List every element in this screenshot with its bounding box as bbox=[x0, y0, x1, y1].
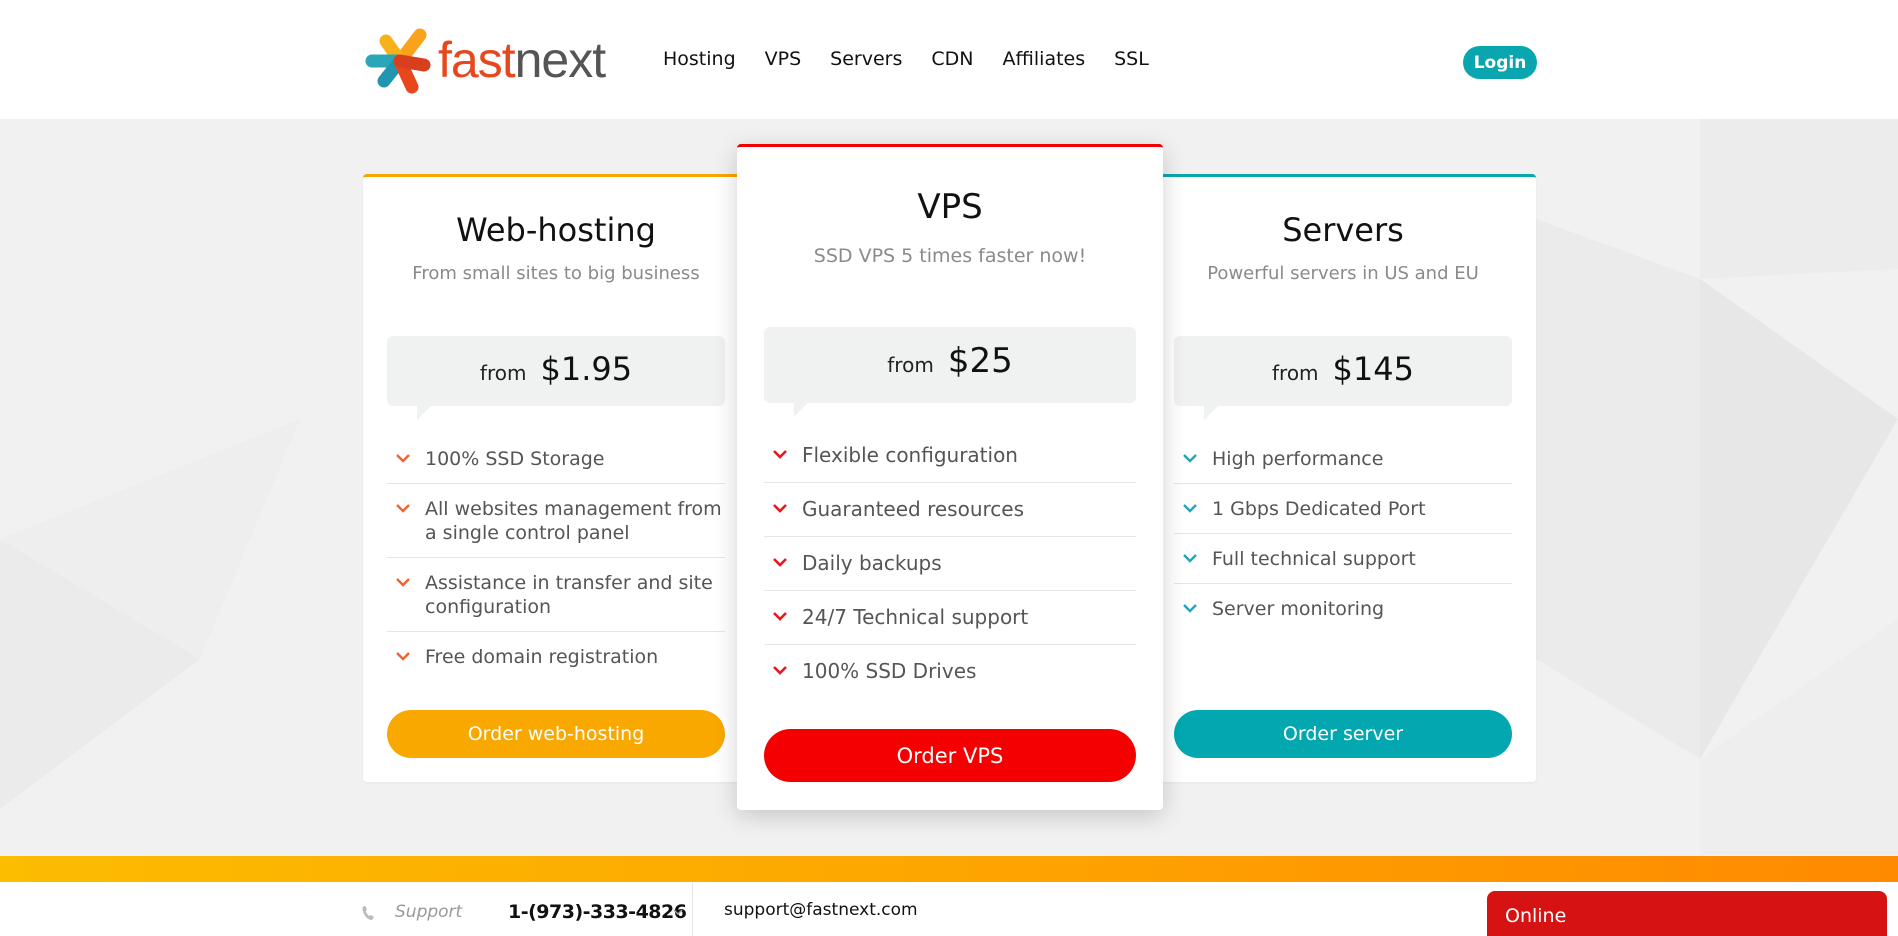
feature-item: 100% SSD Storage bbox=[387, 434, 725, 484]
footer-stripe bbox=[0, 856, 1898, 882]
plan-subtitle: Powerful servers in US and EU bbox=[1207, 263, 1479, 284]
price-bubble: from $25 bbox=[764, 327, 1136, 417]
check-icon bbox=[773, 666, 787, 675]
login-button[interactable]: Login bbox=[1463, 46, 1537, 79]
plan-title: VPS bbox=[917, 187, 983, 227]
order-vps-button[interactable]: Order VPS bbox=[764, 729, 1136, 782]
price-value: $1.95 bbox=[540, 350, 633, 388]
support-email[interactable]: support@fastnext.com bbox=[724, 900, 918, 920]
feature-item: All websites management from a single co… bbox=[387, 484, 725, 558]
price-value: $25 bbox=[947, 341, 1013, 381]
logo[interactable]: fastnext bbox=[364, 25, 607, 95]
feature-text: 24/7 Technical support bbox=[802, 605, 1029, 629]
support-phone[interactable]: 1-(973)-333-4826 bbox=[508, 901, 687, 923]
feature-text: All websites management from a single co… bbox=[425, 498, 722, 544]
plan-subtitle: From small sites to big business bbox=[412, 263, 700, 284]
site-header: fastnext Hosting VPS Servers CDN Affilia… bbox=[0, 0, 1898, 119]
plan-title: Servers bbox=[1282, 211, 1404, 249]
plan-title: Web-hosting bbox=[456, 211, 656, 249]
plan-card-servers: Servers Powerful servers in US and EU fr… bbox=[1150, 174, 1536, 782]
feature-item: Full technical support bbox=[1174, 534, 1512, 584]
feature-list: Flexible configuration Guaranteed resour… bbox=[764, 429, 1136, 698]
price-bubble: from $145 bbox=[1174, 336, 1512, 420]
check-icon bbox=[773, 450, 787, 459]
plan-subtitle: SSD VPS 5 times faster now! bbox=[813, 245, 1087, 267]
plan-card-vps: VPS SSD VPS 5 times faster now! from $25… bbox=[737, 144, 1163, 810]
check-icon bbox=[1183, 604, 1197, 613]
feature-text: Assistance in transfer and site configur… bbox=[425, 572, 713, 618]
feature-text: Guaranteed resources bbox=[802, 497, 1025, 521]
check-icon bbox=[396, 652, 410, 661]
feature-text: 1 Gbps Dedicated Port bbox=[1212, 498, 1426, 520]
feature-list: High performance 1 Gbps Dedicated Port F… bbox=[1174, 434, 1512, 633]
price-prefix: from bbox=[887, 353, 934, 377]
check-icon bbox=[1183, 504, 1197, 513]
nav-item-cdn[interactable]: CDN bbox=[931, 48, 973, 70]
feature-text: 100% SSD Drives bbox=[802, 659, 977, 683]
nav-item-vps[interactable]: VPS bbox=[765, 48, 802, 70]
feature-item: 24/7 Technical support bbox=[764, 591, 1136, 645]
check-icon bbox=[1183, 554, 1197, 563]
feature-item: Free domain registration bbox=[387, 632, 725, 681]
feature-text: 100% SSD Storage bbox=[425, 448, 605, 470]
check-icon bbox=[1183, 454, 1197, 463]
feature-item: Assistance in transfer and site configur… bbox=[387, 558, 725, 632]
online-chat-button[interactable]: Online bbox=[1487, 891, 1887, 936]
footer-divider bbox=[692, 882, 693, 936]
nav-item-servers[interactable]: Servers bbox=[830, 48, 902, 70]
phone-icon bbox=[362, 906, 374, 920]
logo-text-fast: fast bbox=[438, 32, 516, 88]
support-label: Support bbox=[395, 902, 463, 922]
chevron-down-icon[interactable] bbox=[672, 906, 684, 918]
price-prefix: from bbox=[479, 361, 527, 385]
feature-list: 100% SSD Storage All websites management… bbox=[387, 434, 725, 681]
logo-icon bbox=[365, 28, 431, 94]
order-server-button[interactable]: Order server bbox=[1174, 710, 1512, 758]
nav-item-affiliates[interactable]: Affiliates bbox=[1003, 48, 1086, 70]
feature-item: High performance bbox=[1174, 434, 1512, 484]
check-icon bbox=[773, 612, 787, 621]
feature-item: 1 Gbps Dedicated Port bbox=[1174, 484, 1512, 534]
check-icon bbox=[396, 504, 410, 513]
feature-item: Flexible configuration bbox=[764, 429, 1136, 483]
price-bubble: from $1.95 bbox=[387, 336, 725, 420]
nav-item-hosting[interactable]: Hosting bbox=[663, 48, 736, 70]
check-icon bbox=[773, 558, 787, 567]
feature-item: Daily backups bbox=[764, 537, 1136, 591]
check-icon bbox=[396, 578, 410, 587]
logo-text-next: next bbox=[514, 32, 607, 88]
logo-text: fastnext bbox=[438, 32, 607, 88]
feature-text: Flexible configuration bbox=[802, 443, 1018, 467]
plan-card-web-hosting: Web-hosting From small sites to big busi… bbox=[363, 174, 749, 782]
check-icon bbox=[396, 454, 410, 463]
order-web-hosting-button[interactable]: Order web-hosting bbox=[387, 710, 725, 758]
price-prefix: from bbox=[1272, 361, 1319, 385]
feature-item: Guaranteed resources bbox=[764, 483, 1136, 537]
feature-text: Free domain registration bbox=[425, 646, 659, 668]
feature-item: 100% SSD Drives bbox=[764, 645, 1136, 698]
feature-text: Daily backups bbox=[802, 551, 942, 575]
feature-item: Server monitoring bbox=[1174, 584, 1512, 633]
nav-item-ssl[interactable]: SSL bbox=[1114, 48, 1149, 70]
main-nav: Hosting VPS Servers CDN Affiliates SSL bbox=[663, 48, 1178, 70]
feature-text: Server monitoring bbox=[1212, 598, 1385, 620]
price-value: $145 bbox=[1332, 350, 1414, 388]
feature-text: Full technical support bbox=[1212, 548, 1416, 570]
check-icon bbox=[773, 504, 787, 513]
feature-text: High performance bbox=[1212, 448, 1384, 470]
